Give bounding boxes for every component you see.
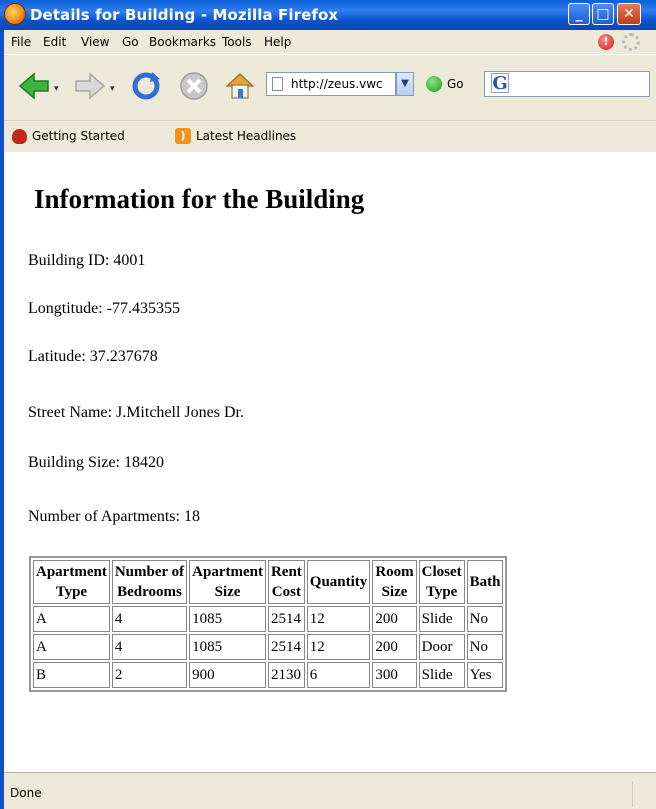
firefox-icon: [4, 3, 26, 25]
field-latitude: Latitude: 37.237678: [28, 348, 158, 366]
table-cell: Slide: [418, 606, 465, 632]
field-value: 37.237678: [89, 348, 158, 365]
getting-started-icon: [12, 129, 27, 144]
page-icon: [272, 77, 283, 91]
apartments-table: Apartment Type Number of Bedrooms Apartmen…: [29, 556, 508, 692]
table-cell: 4: [111, 634, 188, 660]
menu-file[interactable]: File: [11, 35, 31, 49]
close-button[interactable]: ✕: [617, 3, 641, 25]
url-input[interactable]: http://zeus.vwc.e: [266, 72, 396, 96]
field-value: 4001: [113, 252, 146, 269]
table-cell: No: [466, 606, 504, 632]
home-icon[interactable]: [224, 70, 256, 102]
resize-grip[interactable]: [632, 781, 653, 807]
page-content: Information for the Building Building ID…: [4, 152, 656, 772]
table-row: B 2 900 2130 6 300 Slide Yes: [33, 662, 504, 688]
table-cell: 2: [111, 662, 188, 688]
field-label: Street Name:: [28, 404, 112, 421]
col-closet-type: Closet Type: [418, 560, 465, 604]
back-dropdown-icon[interactable]: ▾: [54, 84, 59, 94]
search-input[interactable]: G: [484, 71, 650, 97]
field-building-size: Building Size: 18420: [28, 454, 164, 472]
table-cell: 900: [189, 662, 266, 688]
table-cell: 1085: [189, 634, 266, 660]
table-cell: 12: [306, 606, 371, 632]
table-row: A 4 1085 2514 12 200 Slide No: [33, 606, 504, 632]
field-value: 18: [183, 508, 200, 525]
minimize-button[interactable]: _: [568, 3, 590, 25]
menu-help[interactable]: Help: [264, 35, 291, 49]
menu-bar: File Edit View Go Bookmarks Tools Help !: [4, 30, 656, 54]
field-longitude: Longtitude: -77.435355: [28, 300, 180, 318]
table-cell: Slide: [418, 662, 465, 688]
back-arrow-icon[interactable]: [18, 70, 50, 102]
table-cell: 12: [306, 634, 371, 660]
field-number-of-apartments: Number of Apartments: 18: [28, 508, 200, 526]
col-apartment-size: Apartment Size: [189, 560, 266, 604]
forward-dropdown-icon[interactable]: ▾: [110, 84, 115, 94]
page-heading: Information for the Building: [34, 184, 365, 214]
menu-go[interactable]: Go: [122, 35, 139, 49]
status-text: Done: [10, 786, 42, 800]
window-title: Details for Building - Mozilla Firefox: [30, 6, 339, 24]
col-rent-cost: Rent Cost: [267, 560, 305, 604]
table-cell: 2514: [267, 606, 305, 632]
field-label: Building ID:: [28, 252, 110, 269]
status-bar: Done: [4, 772, 656, 809]
table-header-row: Apartment Type Number of Bedrooms Apartmen…: [33, 560, 504, 604]
table-cell: No: [466, 634, 504, 660]
table-cell: 200: [372, 606, 417, 632]
rss-feed-icon: ): [175, 128, 191, 144]
throbber-icon: [622, 33, 640, 51]
field-value: J.Mitchell Jones Dr.: [115, 404, 244, 421]
col-bath: Bath: [466, 560, 504, 604]
table-cell: A: [33, 634, 110, 660]
stop-warning-icon[interactable]: !: [598, 34, 614, 50]
table-cell: 4: [111, 606, 188, 632]
menu-tools[interactable]: Tools: [222, 35, 252, 49]
field-label: Number of Apartments:: [28, 508, 180, 525]
forward-arrow-icon[interactable]: [74, 70, 106, 102]
table-row: A 4 1085 2514 12 200 Door No: [33, 634, 504, 660]
menu-view[interactable]: View: [81, 35, 109, 49]
field-label: Building Size:: [28, 454, 120, 471]
col-room-size: Room Size: [372, 560, 417, 604]
bookmark-getting-started[interactable]: Getting Started: [32, 129, 125, 143]
table-cell: A: [33, 606, 110, 632]
url-text: http://zeus.vwc.e: [291, 77, 383, 91]
stop-icon[interactable]: [178, 70, 210, 102]
table-cell: 6: [306, 662, 371, 688]
bookmarks-toolbar: Getting Started ) Latest Headlines: [4, 120, 656, 152]
go-button-label[interactable]: Go: [447, 77, 464, 91]
field-label: Longtitude:: [28, 300, 103, 317]
table-cell: 300: [372, 662, 417, 688]
field-building-id: Building ID: 4001: [28, 252, 145, 270]
table-cell: 2130: [267, 662, 305, 688]
reload-icon[interactable]: [130, 70, 162, 102]
navigation-toolbar: ▾ ▾ http://zeus.vwc.e ▼ Go G: [4, 54, 656, 120]
col-number-of-bedrooms: Number of Bedrooms: [111, 560, 188, 604]
maximize-button[interactable]: □: [592, 3, 614, 25]
field-street-name: Street Name: J.Mitchell Jones Dr.: [28, 404, 244, 422]
table-cell: B: [33, 662, 110, 688]
table-cell: 1085: [189, 606, 266, 632]
table-cell: Door: [418, 634, 465, 660]
col-quantity: Quantity: [306, 560, 371, 604]
google-icon[interactable]: G: [491, 73, 509, 94]
table-cell: Yes: [466, 662, 504, 688]
url-dropdown-button[interactable]: ▼: [396, 72, 414, 96]
field-value: -77.435355: [106, 300, 180, 317]
window-titlebar[interactable]: Details for Building - Mozilla Firefox _…: [0, 0, 656, 30]
table-cell: 200: [372, 634, 417, 660]
field-value: 18420: [124, 454, 164, 471]
field-label: Latitude:: [28, 348, 86, 365]
table-cell: 2514: [267, 634, 305, 660]
bookmark-latest-headlines[interactable]: Latest Headlines: [196, 129, 296, 143]
menu-edit[interactable]: Edit: [43, 35, 66, 49]
col-apartment-type: Apartment Type: [33, 560, 110, 604]
menu-bookmarks[interactable]: Bookmarks: [149, 35, 216, 49]
go-icon[interactable]: [426, 76, 442, 92]
